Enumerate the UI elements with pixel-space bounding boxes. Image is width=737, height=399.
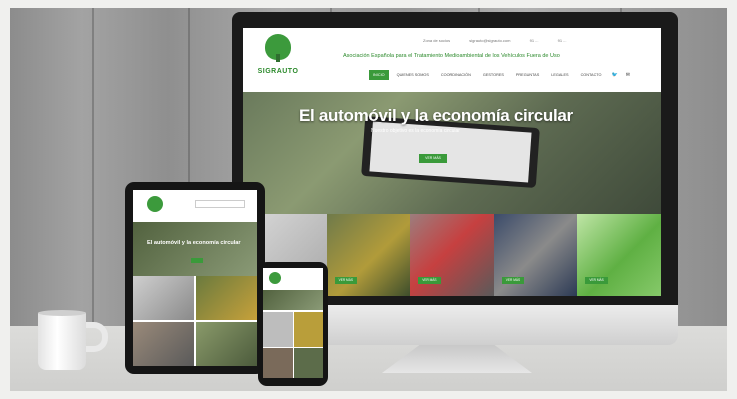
tree-icon bbox=[269, 272, 281, 284]
nav-item-preguntas[interactable]: PREGUNTAS bbox=[512, 70, 543, 80]
tile-button[interactable]: VER MÁS bbox=[334, 277, 357, 284]
tablet-tile-grid bbox=[133, 276, 257, 366]
tablet-tile[interactable] bbox=[133, 276, 194, 320]
phone-tile[interactable] bbox=[263, 312, 293, 347]
phone-tile-grid bbox=[263, 312, 323, 378]
coffee-mug bbox=[38, 312, 86, 370]
email-link[interactable]: sigrauto@sigrauto.com bbox=[469, 38, 510, 43]
tablet-tile[interactable] bbox=[133, 322, 194, 366]
zone-link[interactable]: Zona de socios bbox=[423, 38, 450, 43]
logo-text: SIGRAUTO bbox=[257, 68, 299, 75]
phone-two: 91 ... bbox=[557, 38, 567, 43]
tree-icon bbox=[147, 196, 163, 212]
main-nav: INICIO QUIENES SOMOS COORDINACIÓN GESTOR… bbox=[369, 70, 632, 80]
hero-button[interactable]: VER MÁS bbox=[419, 154, 447, 163]
phone-tile[interactable] bbox=[263, 347, 293, 378]
phone-hero bbox=[263, 290, 323, 310]
site-logo[interactable]: SIGRAUTO bbox=[257, 34, 299, 82]
nav-item-quienes-somos[interactable]: QUIENES SOMOS bbox=[393, 70, 433, 80]
tree-icon bbox=[265, 34, 291, 62]
tablet-tile[interactable] bbox=[196, 276, 257, 320]
mail-icon[interactable]: ✉ bbox=[624, 70, 632, 80]
tablet-hero-button[interactable] bbox=[191, 258, 203, 263]
tablet-header bbox=[133, 190, 257, 222]
tile-button[interactable]: VER MÁS bbox=[501, 277, 525, 284]
hero-subtitle: Nuestro objetivo es la economía circular bbox=[371, 128, 460, 134]
tablet-tile[interactable] bbox=[196, 322, 257, 366]
tablet-search-box[interactable] bbox=[195, 200, 245, 208]
hero-section: El automóvil y la economía circular Nues… bbox=[243, 92, 661, 214]
hero-phone-image bbox=[361, 115, 540, 189]
monitor-screen: SIGRAUTO Zona de socios sigrauto@sigraut… bbox=[243, 28, 661, 296]
hero-title: El automóvil y la economía circular bbox=[299, 106, 573, 125]
tile-button[interactable]: VER MÁS bbox=[418, 277, 441, 284]
mockup-photo: SIGRAUTO Zona de socios sigrauto@sigraut… bbox=[0, 0, 737, 399]
tile-workshop[interactable]: VER MÁS bbox=[410, 214, 494, 296]
phone-tile[interactable] bbox=[293, 312, 323, 347]
wall-plank bbox=[92, 8, 94, 326]
site-header: SIGRAUTO Zona de socios sigrauto@sigraut… bbox=[243, 28, 661, 92]
tablet-hero-title: El automóvil y la economía circular bbox=[147, 240, 241, 246]
tablet-screen: El automóvil y la economía circular bbox=[133, 190, 257, 366]
tile-recycle[interactable]: VER MÁS bbox=[577, 214, 661, 296]
nav-item-inicio[interactable]: INICIO bbox=[369, 70, 389, 80]
nav-item-coordinacion[interactable]: COORDINACIÓN bbox=[437, 70, 475, 80]
nav-item-contacto[interactable]: CONTACTO bbox=[577, 70, 606, 80]
twitter-icon[interactable]: 🐦 bbox=[610, 70, 620, 80]
nav-item-legales[interactable]: LEGALES bbox=[547, 70, 572, 80]
mug-rim bbox=[38, 310, 86, 316]
nav-item-gestores[interactable]: GESTORES bbox=[479, 70, 508, 80]
association-name: Asociación Española para el Tratamiento … bbox=[343, 53, 560, 59]
tablet-hero: El automóvil y la economía circular bbox=[133, 222, 257, 276]
phone-tile[interactable] bbox=[293, 347, 323, 378]
tile-button[interactable]: VER MÁS bbox=[585, 277, 608, 284]
contact-row: Zona de socios sigrauto@sigrauto.com 91 … bbox=[423, 38, 585, 43]
phone-screen bbox=[263, 268, 323, 378]
tile-scrapyard[interactable]: VER MÁS bbox=[493, 214, 578, 296]
phone-one: 91 ... bbox=[529, 38, 539, 43]
tile-map-cars[interactable]: VER MÁS bbox=[326, 214, 411, 296]
